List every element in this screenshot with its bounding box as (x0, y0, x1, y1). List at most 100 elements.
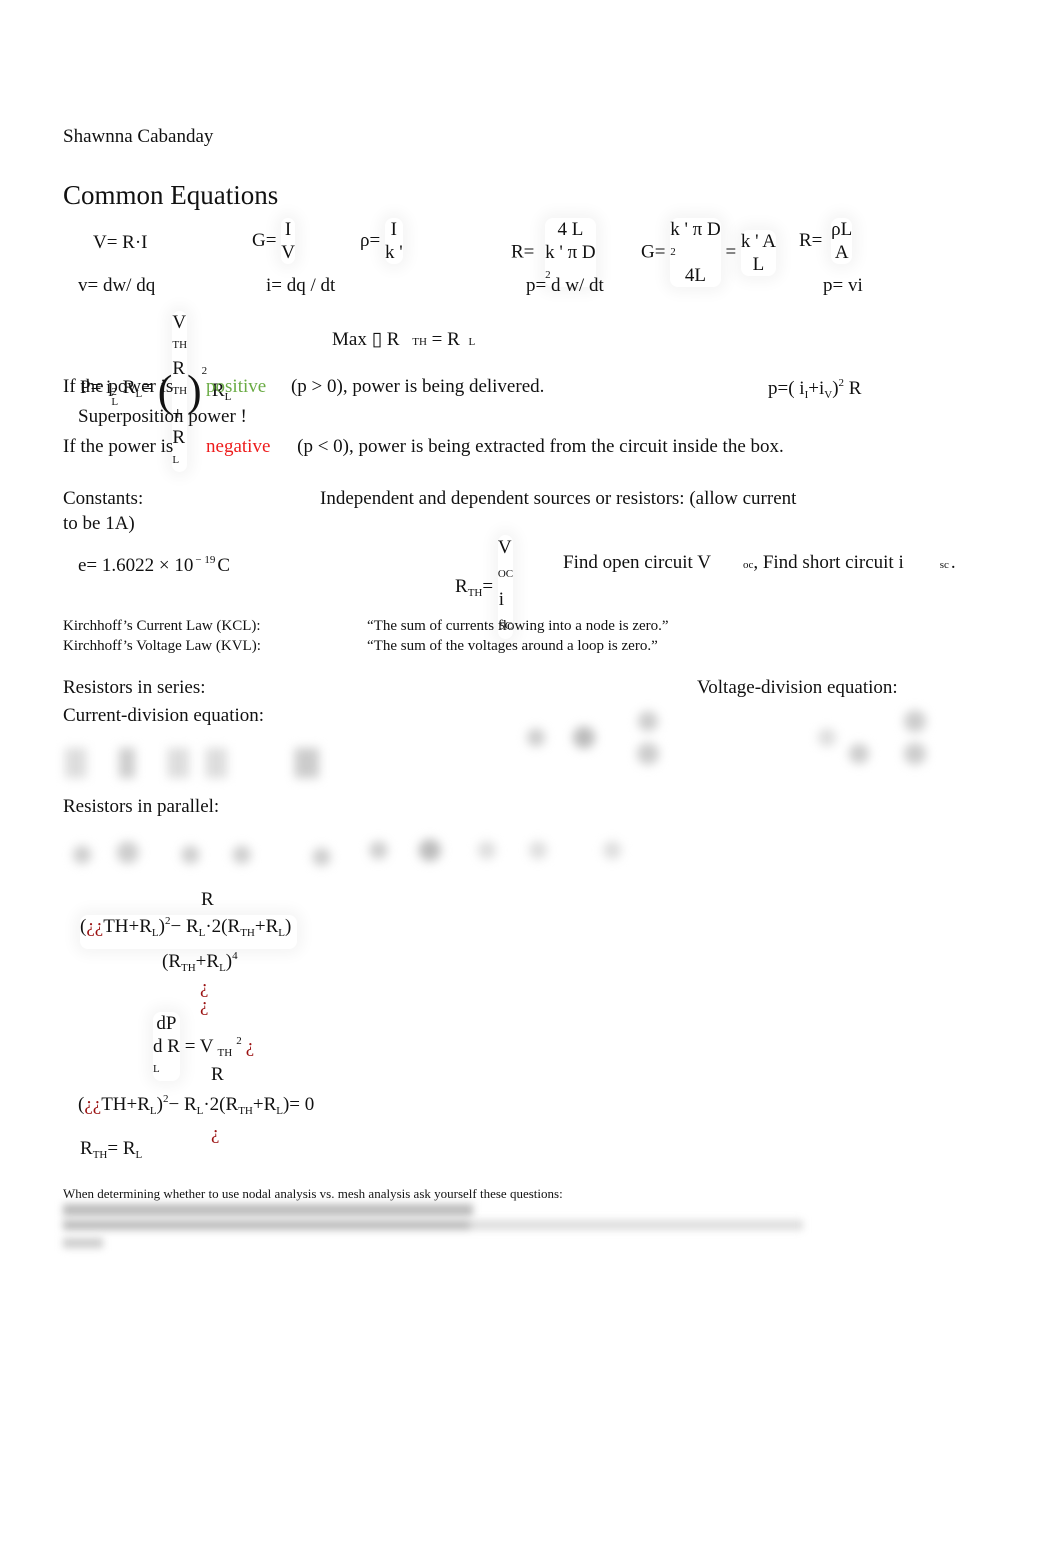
subscript: L (151, 927, 159, 939)
derivation-denominator: (RTH+RL)4 (162, 950, 238, 974)
max-power-result: RTH= RL (80, 1138, 142, 1161)
term-a: TH+R (101, 1094, 150, 1115)
negative-word: negative (206, 436, 271, 457)
exponent: 2 (236, 1034, 242, 1047)
subscript: L (278, 927, 285, 939)
num-text: V (172, 312, 187, 333)
subscript: OC (497, 568, 514, 580)
numerator: I (284, 219, 292, 240)
parallel-equation-obscured (65, 830, 635, 875)
numerator: V TH (172, 311, 187, 357)
numerator: dP (156, 1013, 177, 1034)
series-heading: Resistors in series: (63, 677, 206, 698)
end: ) (284, 916, 292, 937)
page-title: Common Equations (63, 180, 279, 210)
kvl-law-label: Kirchhoff’s Voltage Law (KVL): (63, 638, 261, 654)
sources-text: Independent and dependent sources or res… (320, 488, 797, 509)
subscript: L (149, 1105, 157, 1117)
lhs: p=( i (768, 378, 805, 399)
denominator: L (752, 253, 765, 275)
den-text: i (498, 589, 505, 610)
inverted-question-glyphs: ¿¿ (86, 916, 104, 937)
current-division-equation-obscured (520, 705, 680, 770)
subscript: TH (181, 962, 196, 974)
equals: = (482, 575, 494, 597)
derivation-r-top: R (201, 889, 214, 910)
area-resistance-equation: R= ρL A (799, 218, 852, 264)
conductance-equation: G= IV (252, 218, 295, 264)
inverted-question-glyph: ¿ (245, 1035, 255, 1057)
electron-charge-constant: e= 1.6022 × 10− 19 C (78, 554, 230, 577)
superposition-label: Superposition power ! (78, 406, 247, 427)
eq-lhs: G= (252, 230, 277, 251)
numerator: 4 L (557, 219, 584, 240)
rhs: = R (107, 1138, 136, 1159)
prefix: If the power is (63, 376, 174, 397)
lhs: RTH= (455, 575, 494, 599)
denominator: 4L (684, 265, 706, 286)
subscript: L (276, 1105, 283, 1117)
subscript: sc (939, 559, 949, 571)
end: )= 0 (282, 1094, 315, 1115)
ohms-law-equation: V= R·I (93, 232, 148, 253)
find-oc-sc-text: Find open circuit V oc, Find short circui… (563, 552, 956, 574)
unit: C (217, 555, 231, 576)
subscript: TH (172, 339, 188, 351)
numerator: I (390, 219, 397, 240)
kcl-law-label: Kirchhoff’s Current Law (KCL): (63, 618, 261, 634)
rhs-text: = V (184, 1035, 214, 1057)
obscured-text-line (63, 1204, 473, 1216)
den-a: (R (162, 951, 181, 972)
rest-term: ·2(R (205, 916, 241, 937)
plus: +R (195, 951, 220, 972)
parallel-heading: Resistors in parallel: (63, 796, 220, 817)
superposition-power-equation: p=( iI+iV)2 R (768, 377, 861, 401)
current-definition: i= dq / dt (266, 275, 336, 296)
denominator: d R L (153, 1035, 180, 1081)
fraction: IV (281, 218, 295, 264)
rhs: = V TH2 ¿ (184, 1034, 255, 1059)
fraction: Ik ' (385, 218, 403, 264)
wire-conductance-equation: G= k ' π D 2 4L = k ' AL (641, 218, 776, 287)
subscript: L (153, 1063, 160, 1075)
subscript: L (111, 395, 119, 408)
equals: = (725, 241, 737, 263)
subscript: V (824, 389, 833, 401)
inverted-question-glyph: ¿ (211, 1123, 220, 1144)
numerator: k ' π D 2 (670, 218, 721, 264)
num-text: V (497, 537, 512, 558)
exponent: 2 (670, 246, 676, 258)
subscript: TH (467, 586, 483, 599)
base: e= 1.6022 × 10 (78, 555, 194, 576)
num-text: k ' π D (670, 219, 721, 240)
minus-term: − R (170, 916, 199, 937)
equals: = R (431, 329, 460, 350)
eq-lhs: G= (641, 241, 666, 263)
subscript: L (135, 1149, 143, 1161)
den-text: d R (153, 1036, 180, 1057)
obscured-text-line (63, 1238, 103, 1248)
subscript: oc (742, 559, 754, 571)
constants-label: Constants: (63, 488, 144, 509)
eq-lhs: R= (511, 241, 535, 263)
subscript: TH (92, 1149, 108, 1161)
current-division-heading: Current-division equation: (63, 705, 265, 726)
power-derivative: p= d w/ dt (526, 275, 604, 296)
subscript: TH (238, 1105, 253, 1117)
series-equation-obscured (65, 748, 335, 778)
exponent: 4 (232, 950, 238, 962)
kvl-statement: “The sum of the voltages around a loop i… (367, 638, 658, 654)
period: . (950, 552, 956, 573)
denominator: V (281, 242, 295, 263)
plus-term: +R (254, 916, 279, 937)
obscured-text-line (63, 1220, 803, 1230)
positive-word: positive (206, 376, 267, 397)
numerator: k ' A (740, 230, 777, 252)
open-circuit-text: Find open circuit V (563, 552, 711, 573)
voltage-division-heading: Voltage-division equation: (697, 677, 898, 698)
subscript: TH (240, 927, 255, 939)
lhs-text: R (455, 575, 468, 597)
derivation-line-2: (¿¿TH+RL)2− RL·2(RTH+RL)= 0 (78, 1093, 314, 1117)
sources-text-cont: to be 1A) (63, 513, 135, 534)
fraction: dP d R L (153, 1012, 180, 1081)
